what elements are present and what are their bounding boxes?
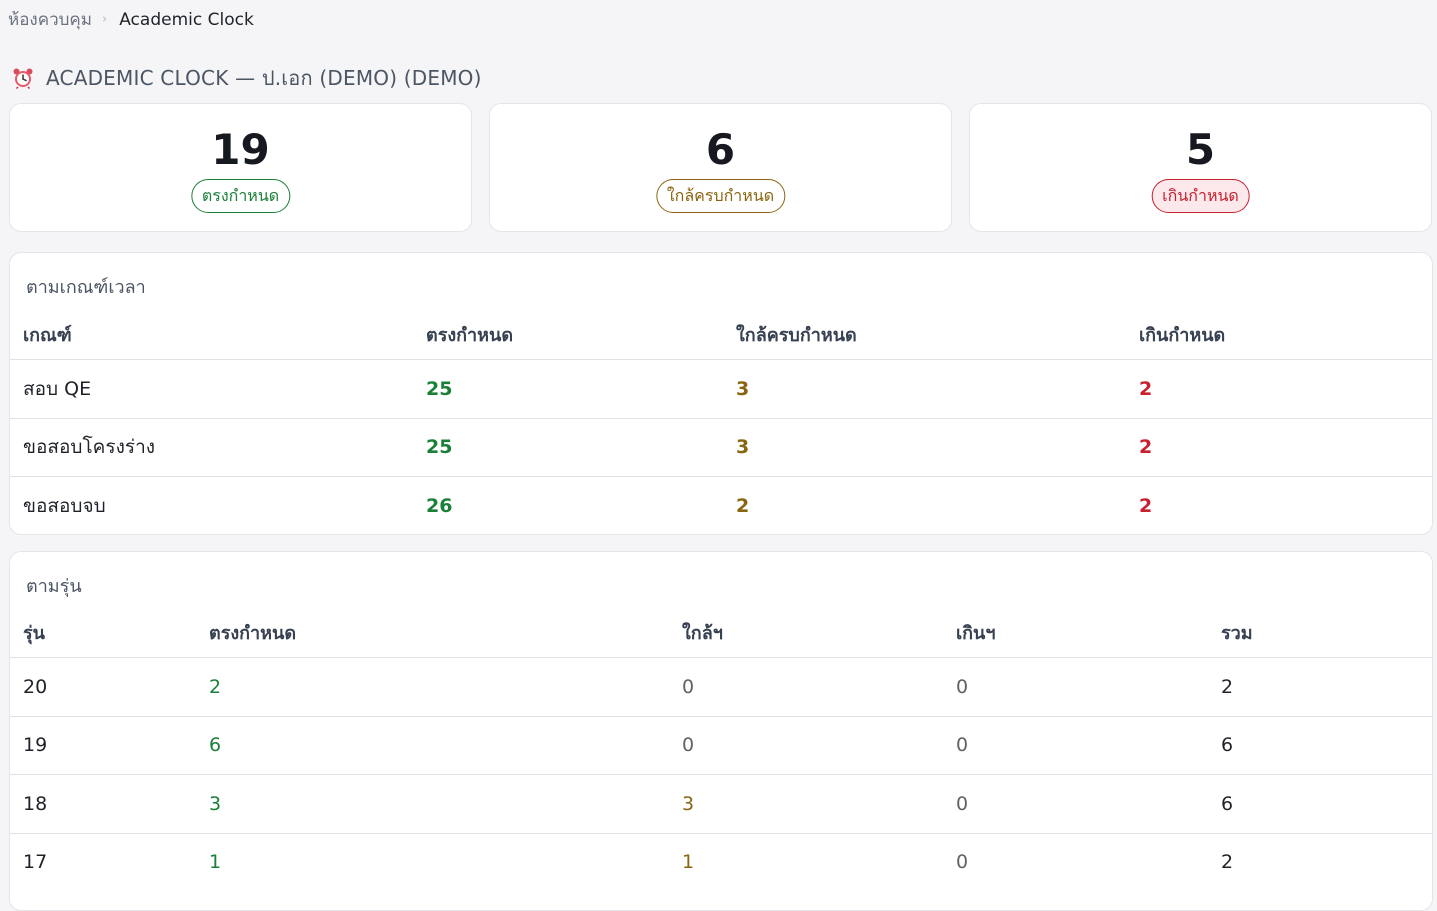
- overdue-count: 0: [943, 716, 1208, 775]
- near-due-count: 3: [723, 418, 1126, 477]
- column-header: ใกล้ครบกำหนด: [723, 310, 1126, 360]
- table-row: สอบ QE 25 3 2: [10, 359, 1432, 419]
- column-header: รวม: [1208, 608, 1432, 658]
- near-due-count: 1: [682, 851, 695, 874]
- table-row: 17 1 1 0 2: [10, 833, 1432, 891]
- overdue-count: 0: [943, 774, 1208, 834]
- near-due-count: 3: [723, 359, 1126, 419]
- criteria-name: ขอสอบจบ: [23, 494, 106, 517]
- stats-row: 19 ตรงกำหนด 6 ใกล้ครบกำหนด 5 เกินกำหนด: [9, 103, 1433, 234]
- cohort-panel: ตามรุ่น รุ่น ตรงกำหนด ใกล้ฯ เกินฯ รวม 20…: [9, 551, 1433, 911]
- chevron-right-icon: ›: [102, 12, 108, 27]
- column-header: เกินฯ: [943, 608, 1208, 658]
- column-header: ตรงกำหนด: [196, 608, 669, 658]
- table-row: 20 2 0 0 2: [10, 657, 1432, 717]
- column-header: ตรงกำหนด: [413, 310, 723, 360]
- table-header-row: รุ่น ตรงกำหนด ใกล้ฯ เกินฯ รวม: [10, 608, 1432, 658]
- column-header: รุ่น: [10, 608, 196, 658]
- overdue-count: 0: [956, 851, 969, 874]
- criteria-panel: ตามเกณฑ์เวลา เกณฑ์ ตรงกำหนด ใกล้ครบกำหนด…: [9, 252, 1433, 535]
- breadcrumb: ห้องควบคุม › Academic Clock: [8, 6, 254, 33]
- stat-card-overdue: 5 เกินกำหนด: [969, 103, 1432, 232]
- near-due-count: 3: [669, 774, 943, 834]
- criteria-name: สอบ QE: [10, 359, 413, 419]
- overdue-count: 2: [1126, 359, 1432, 419]
- stat-value: 5: [1185, 125, 1216, 174]
- stat-value: 6: [705, 125, 736, 174]
- breadcrumb-current: Academic Clock: [119, 9, 254, 30]
- panel-title: ตามเกณฑ์เวลา: [26, 277, 146, 298]
- near-due-count: 0: [669, 657, 943, 717]
- overdue-count: 0: [943, 657, 1208, 717]
- column-header: เกินกำหนด: [1126, 310, 1432, 360]
- cohort-number: 20: [10, 657, 196, 717]
- near-due-count: 0: [669, 716, 943, 775]
- criteria-table: เกณฑ์ ตรงกำหนด ใกล้ครบกำหนด เกินกำหนด สอ…: [10, 310, 1432, 534]
- total-count: 2: [1208, 657, 1432, 717]
- overdue-count: 2: [1139, 494, 1153, 517]
- status-badge-near-due: ใกล้ครบกำหนด: [655, 179, 786, 213]
- on-time-count: 6: [196, 716, 669, 775]
- page-title: ACADEMIC CLOCK — ป.เอก (DEMO) (DEMO): [46, 66, 482, 90]
- total-count: 6: [1208, 774, 1432, 834]
- near-due-count: 2: [736, 494, 750, 517]
- page-title-row: ACADEMIC CLOCK — ป.เอก (DEMO) (DEMO): [12, 62, 482, 94]
- cohort-number: 18: [10, 774, 196, 834]
- stat-value: 19: [211, 125, 270, 174]
- on-time-count: 25: [413, 418, 723, 477]
- cohort-number: 19: [10, 716, 196, 775]
- panel-title: ตามรุ่น: [26, 576, 82, 597]
- table-row: 18 3 3 0 6: [10, 774, 1432, 834]
- table-row: ขอสอบจบ 26 2 2: [10, 476, 1432, 534]
- alarm-clock-icon: [12, 67, 34, 90]
- on-time-count: 25: [413, 359, 723, 419]
- table-row: ขอสอบโครงร่าง 25 3 2: [10, 418, 1432, 477]
- column-header: ใกล้ฯ: [669, 608, 943, 658]
- total-count: 2: [1221, 851, 1234, 874]
- status-badge-on-time: ตรงกำหนด: [190, 179, 291, 213]
- breadcrumb-home-link[interactable]: ห้องควบคุม: [8, 6, 92, 33]
- stat-card-on-time: 19 ตรงกำหนด: [9, 103, 472, 232]
- on-time-count: 2: [196, 657, 669, 717]
- on-time-count: 26: [426, 494, 453, 517]
- overdue-count: 2: [1126, 418, 1432, 477]
- column-header: เกณฑ์: [10, 310, 413, 360]
- table-row: 19 6 0 0 6: [10, 716, 1432, 775]
- table-header-row: เกณฑ์ ตรงกำหนด ใกล้ครบกำหนด เกินกำหนด: [10, 310, 1432, 360]
- total-count: 6: [1208, 716, 1432, 775]
- on-time-count: 3: [196, 774, 669, 834]
- criteria-name: ขอสอบโครงร่าง: [10, 418, 413, 477]
- cohort-number: 17: [23, 851, 48, 874]
- cohort-table: รุ่น ตรงกำหนด ใกล้ฯ เกินฯ รวม 20 2 0 0 2…: [10, 608, 1432, 891]
- on-time-count: 1: [209, 851, 222, 874]
- stat-card-near-due: 6 ใกล้ครบกำหนด: [489, 103, 952, 232]
- status-badge-overdue: เกินกำหนด: [1151, 179, 1250, 213]
